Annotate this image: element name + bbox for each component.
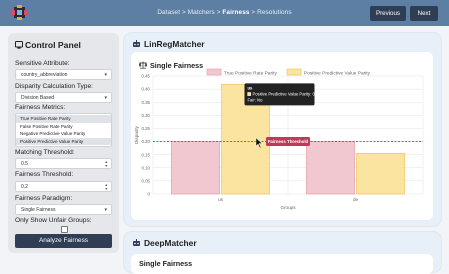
breadcrumb-separator: > [251, 9, 256, 16]
tooltip-fair: Fair: No [248, 97, 264, 102]
fairness-bar-chart: True Positive Rate Parity Positive Predic… [134, 68, 424, 210]
chart-legend: True Positive Rate Parity Positive Predic… [206, 68, 371, 77]
fairness-paradigm-select[interactable]: Single Fairness ▾ [15, 204, 112, 215]
sensitive-attribute-value: country_abbreviation [21, 72, 68, 78]
sensitive-attribute-label: Sensitive Attribute: [15, 60, 70, 67]
unfair-only-checkbox[interactable] [61, 226, 68, 233]
matching-threshold-input[interactable]: 0.5 ▲ ▼ [15, 158, 112, 169]
metric-option-fpr[interactable]: False Positive Rate Parity [16, 123, 111, 131]
bar-de-ppv [356, 153, 405, 195]
chevron-down-icon: ▾ [104, 95, 107, 101]
legend-label: True Positive Rate Parity [224, 71, 277, 77]
x-tick-label: us [218, 197, 224, 202]
y-tick-label: 0.05 [141, 178, 150, 183]
y-tick-label: 0.40 [141, 87, 150, 92]
y-tick-label: 0.10 [141, 165, 150, 170]
y-tick-label: 0.35 [141, 100, 150, 105]
matching-threshold-value: 0.5 [21, 161, 28, 167]
bar-de-tpr [306, 141, 355, 195]
linreg-matcher-card: LinRegMatcher Single Fairness True Posit… [124, 33, 441, 226]
chevron-down-icon: ▾ [104, 72, 107, 78]
chevron-down-icon: ▾ [104, 207, 107, 213]
single-fairness-panel: Single Fairness True Positive Rate Parit… [131, 52, 433, 220]
tooltip-line: Positive Predictive Value Parity: 0.418 [253, 91, 324, 96]
deep-single-fairness-panel: Single Fairness [131, 254, 433, 274]
fairness-threshold-value: 0.2 [21, 184, 28, 190]
next-button[interactable]: Next [410, 6, 438, 21]
deep-single-fairness-heading: Single Fairness [139, 259, 192, 268]
unfair-only-label: Only Show Unfair Groups: [15, 217, 92, 224]
breadcrumb-dataset[interactable]: Dataset [157, 9, 180, 16]
metric-option-ppv[interactable]: Positive Predictive Value Parity [16, 137, 111, 146]
control-panel: Control Panel Sensitive Attribute: count… [8, 33, 119, 253]
legend-swatch [286, 68, 302, 76]
breadcrumb-separator: > [216, 9, 221, 16]
linreg-matcher-title: LinRegMatcher [144, 39, 205, 49]
previous-button[interactable]: Previous [370, 6, 406, 21]
y-tick-label: 0.15 [141, 152, 150, 157]
x-axis-label: Groups [280, 205, 296, 210]
legend-swatch [206, 68, 222, 76]
linreg-card-heading: LinRegMatcher [132, 39, 205, 49]
fairness-threshold-input[interactable]: 0.2 ▲ ▼ [15, 181, 112, 192]
sensitive-attribute-select[interactable]: country_abbreviation ▾ [15, 69, 112, 80]
control-panel-title: Control Panel [25, 40, 81, 50]
fairness-paradigm-label: Fairness Paradigm: [15, 195, 73, 202]
analyze-fairness-button[interactable]: Analyze Fairness [15, 234, 112, 248]
disparity-type-value: Division Based [21, 95, 55, 101]
y-tick-label: 0.25 [141, 126, 150, 131]
metric-option-tpr[interactable]: True Positive Rate Parity [16, 115, 111, 123]
y-axis-label: Disparity [134, 125, 139, 144]
deep-matcher-card: DeepMatcher Single Fairness [124, 232, 441, 274]
breadcrumb-separator: > [181, 9, 186, 16]
tooltip-title: us [248, 85, 254, 90]
breadcrumb-matchers[interactable]: Matchers [188, 9, 215, 16]
breadcrumb-resolutions[interactable]: Resolutions [257, 9, 292, 16]
fairness-paradigm-value: Single Fairness [21, 207, 56, 213]
fairness-metrics-label: Fairness Metrics: [15, 104, 66, 111]
y-tick-label: 0.30 [141, 113, 150, 118]
deep-card-heading: DeepMatcher [132, 238, 197, 248]
y-tick-label: 0 [148, 192, 151, 197]
disparity-type-select[interactable]: Division Based ▾ [15, 92, 112, 103]
control-panel-heading: Control Panel [15, 40, 81, 50]
metric-option-npv[interactable]: Negative Predictive Value Parity [16, 130, 111, 138]
tooltip-swatch [247, 92, 252, 96]
x-tick-label: de [353, 197, 359, 202]
control-panel-icon [15, 41, 23, 49]
y-tick-label: 0.45 [141, 74, 150, 79]
top-navigation-bar: Dataset > Matchers > Fairness > Resoluti… [0, 0, 449, 26]
fairness-metrics-listbox[interactable]: True Positive Rate Parity False Positive… [15, 113, 112, 147]
bar-us-tpr [171, 141, 220, 195]
legend-label: Positive Predictive Value Parity [304, 71, 371, 77]
matching-threshold-label: Matching Threshold: [15, 149, 75, 156]
y-tick-label: 0.20 [141, 139, 150, 144]
deep-matcher-title: DeepMatcher [144, 238, 197, 248]
number-stepper-icon[interactable]: ▲ ▼ [104, 183, 108, 191]
fairness-threshold-label: Fairness Threshold [268, 139, 309, 144]
robot-icon [133, 40, 140, 47]
robot-icon [133, 239, 140, 246]
disparity-type-label: Disparity Calculation Type: [15, 83, 93, 90]
fairness-threshold-label: Fairness Threshold: [15, 171, 74, 178]
number-stepper-icon[interactable]: ▲ ▼ [104, 160, 108, 168]
breadcrumb-fairness: Fairness [222, 9, 250, 16]
deep-single-fairness-title: Single Fairness [139, 259, 193, 268]
